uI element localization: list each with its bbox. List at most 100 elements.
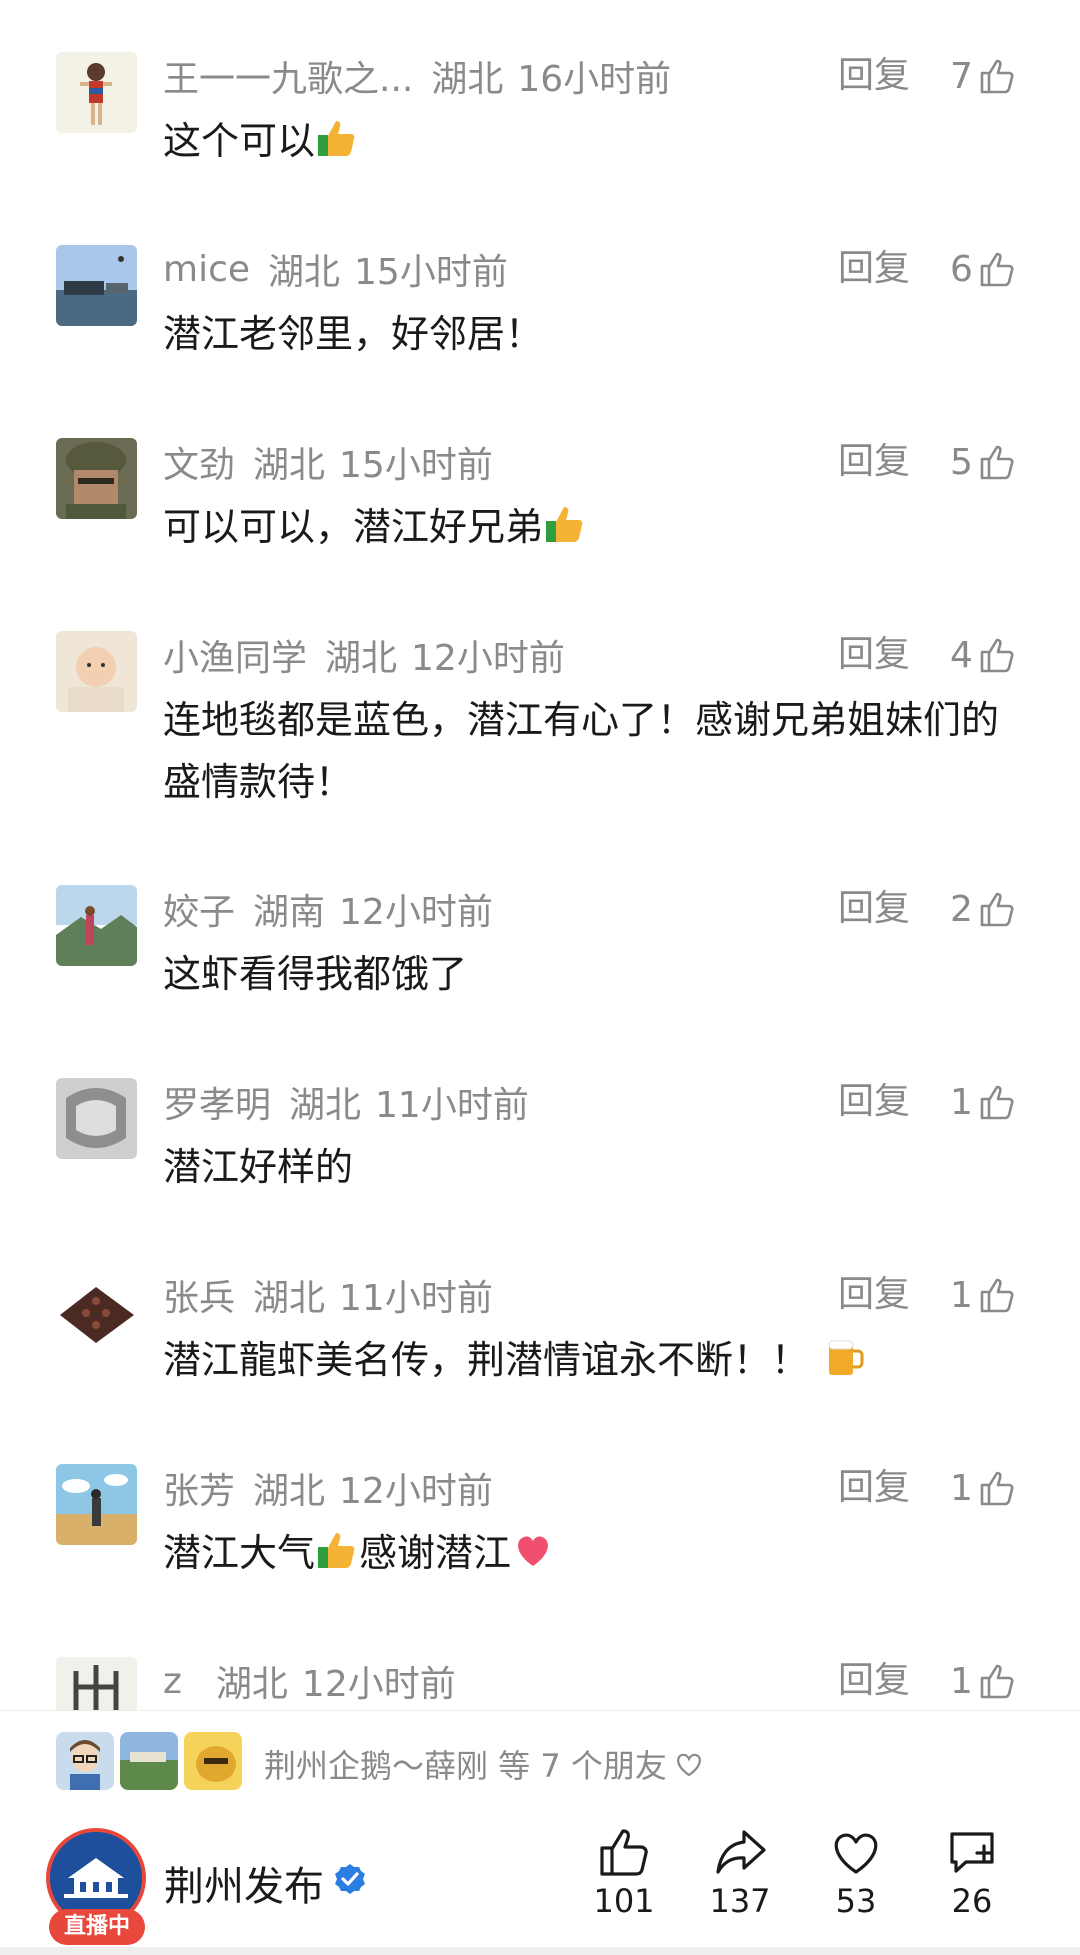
comment-nickname[interactable]: 罗孝明 <box>163 1076 271 1128</box>
like-count: 1 <box>950 1081 973 1123</box>
thumbs-up-icon <box>980 1471 1014 1506</box>
comment-item: 张兵 湖北 11小时前 回复 1 潜江龍虾美名传，荆潜情谊永不断！！ <box>0 1271 1080 1465</box>
comment-nickname[interactable]: 小渔同学 <box>163 629 307 681</box>
reply-button[interactable]: 回复 <box>838 1468 910 1508</box>
favorite-count: 53 <box>835 1882 877 1920</box>
comment-nickname[interactable]: 张兵 <box>163 1269 235 1321</box>
user-avatar[interactable] <box>56 52 137 133</box>
user-avatar[interactable] <box>56 1464 137 1545</box>
heart-outline-icon <box>676 1753 701 1777</box>
comment-like-button[interactable]: 1 <box>950 1660 1017 1702</box>
thumbs-up-emoji-icon <box>318 121 355 156</box>
comment-body: 潜江好样的 <box>163 1145 354 1189</box>
thumbs-up-icon <box>980 638 1014 673</box>
like-count: 1 <box>950 1660 973 1702</box>
comment-location: 湖北 <box>253 1278 326 1319</box>
comment-text: 这个可以 <box>163 110 1033 172</box>
comment-time: 15小时前 <box>339 445 493 486</box>
like-count: 1 <box>950 1274 973 1316</box>
thumbs-up-icon <box>980 892 1014 927</box>
comment-add-icon <box>950 1832 994 1873</box>
comment-time: 12小时前 <box>339 1471 493 1512</box>
comment-time: 15小时前 <box>354 252 508 293</box>
comment-location: 湖北 <box>215 1664 288 1705</box>
thumbs-up-icon <box>980 445 1014 480</box>
share-count: 137 <box>709 1882 771 1920</box>
reply-button[interactable]: 回复 <box>838 1275 910 1315</box>
thumbs-up-icon <box>980 1085 1014 1120</box>
comment-time: 12小时前 <box>339 892 493 933</box>
reply-button[interactable]: 回复 <box>838 249 910 289</box>
comment-body: 连地毯都是蓝色，潜江有心了！感谢兄弟姐妹们的盛情款待！ <box>163 698 1000 804</box>
comment-like-button[interactable]: 4 <box>950 634 1017 676</box>
share-icon <box>716 1830 766 1874</box>
friend-avatar <box>184 1732 242 1790</box>
comment-location: 湖北 <box>325 638 398 679</box>
favorite-action[interactable]: 53 <box>801 1824 911 1920</box>
like-action[interactable]: 101 <box>569 1824 679 1920</box>
comment-like-button[interactable]: 1 <box>950 1274 1017 1316</box>
comment-count: 26 <box>951 1882 993 1920</box>
comment-body: 这个可以 <box>163 119 316 163</box>
friend-avatar <box>120 1732 178 1790</box>
comment-item: 文劲 湖北 15小时前 回复 5 可以可以，潜江好兄弟 <box>0 438 1080 632</box>
comment-action[interactable]: 26 <box>917 1824 1027 1920</box>
reply-button[interactable]: 回复 <box>838 635 910 675</box>
comment-body: 这虾看得我都饿了 <box>163 952 468 996</box>
user-avatar[interactable] <box>56 438 137 519</box>
verified-check-icon <box>335 1864 365 1894</box>
comment-nickname[interactable]: mice <box>163 249 250 290</box>
comment-list: 王一一九歌之... 湖北 16小时前 回复 7 这个可以 mice 湖北 15小时前 回… <box>0 0 1080 1710</box>
comment-location: 湖北 <box>268 252 341 293</box>
thumbs-up-icon <box>980 59 1014 94</box>
thumbs-up-emoji-icon <box>318 1533 355 1568</box>
comment-nickname[interactable]: z <box>163 1661 182 1702</box>
bottom-action-bar: 直播中 荆州发布 101 137 53 26 <box>0 1810 1080 1955</box>
user-avatar[interactable] <box>56 1078 137 1159</box>
comment-location: 湖北 <box>253 445 326 486</box>
comment-item: 罗孝明 湖北 11小时前 回复 1 潜江好样的 <box>0 1078 1080 1272</box>
thumbs-up-icon <box>980 1664 1014 1699</box>
thumbs-up-icon <box>980 1278 1014 1313</box>
user-avatar[interactable] <box>56 1657 137 1710</box>
comment-like-button[interactable]: 7 <box>950 56 1017 97</box>
like-count: 4 <box>950 634 973 676</box>
comment-like-button[interactable]: 5 <box>950 442 1017 483</box>
account-name[interactable]: 荆州发布 <box>164 1854 324 1912</box>
friends-liked-text[interactable]: 荆州企鹅～薛刚 等 7 个朋友 <box>264 1741 705 1787</box>
comment-time: 11小时前 <box>339 1278 493 1319</box>
comment-location: 湖北 <box>431 59 504 100</box>
comment-like-button[interactable]: 2 <box>950 889 1017 930</box>
reply-button[interactable]: 回复 <box>838 1661 910 1701</box>
friends-liked-bar[interactable]: 荆州企鹅～薛刚 等 7 个朋友 <box>0 1710 1080 1810</box>
like-count: 1 <box>950 1467 973 1509</box>
reply-button[interactable]: 回复 <box>838 1082 910 1122</box>
reply-button[interactable]: 回复 <box>838 442 910 482</box>
user-avatar[interactable] <box>56 631 137 712</box>
comment-nickname[interactable]: 张芳 <box>163 1462 235 1514</box>
beer-emoji-icon <box>828 1340 864 1375</box>
comment-nickname[interactable]: 姣子 <box>163 883 235 935</box>
user-avatar[interactable] <box>56 885 137 966</box>
comment-like-button[interactable]: 1 <box>950 1081 1017 1123</box>
comment-like-button[interactable]: 1 <box>950 1467 1017 1509</box>
like-count: 101 <box>593 1882 655 1920</box>
share-action[interactable]: 137 <box>685 1824 795 1920</box>
comment-nickname[interactable]: 文劲 <box>163 436 235 488</box>
comment-item: 王一一九歌之... 湖北 16小时前 回复 7 这个可以 <box>0 52 1080 246</box>
live-badge[interactable]: 直播中 <box>49 1909 145 1945</box>
thumbs-up-icon <box>600 1829 648 1876</box>
reply-button[interactable]: 回复 <box>838 889 910 929</box>
reply-button[interactable]: 回复 <box>838 56 910 96</box>
friend-avatar <box>56 1732 114 1790</box>
comment-body: 潜江老邻里，好邻居！ <box>163 312 544 356</box>
comment-time: 11小时前 <box>375 1085 529 1126</box>
comment-text: 可以可以，潜江好兄弟 <box>163 496 1033 558</box>
user-avatar[interactable] <box>56 245 137 326</box>
comment-body: 潜江大气 <box>163 1531 316 1575</box>
comment-like-button[interactable]: 6 <box>950 249 1017 290</box>
comment-location: 湖南 <box>253 892 326 933</box>
user-avatar[interactable] <box>56 1271 137 1352</box>
comment-nickname[interactable]: 王一一九歌之... <box>163 50 413 102</box>
comment-item: mice 湖北 15小时前 回复 6 潜江老邻里，好邻居！ <box>0 245 1080 439</box>
